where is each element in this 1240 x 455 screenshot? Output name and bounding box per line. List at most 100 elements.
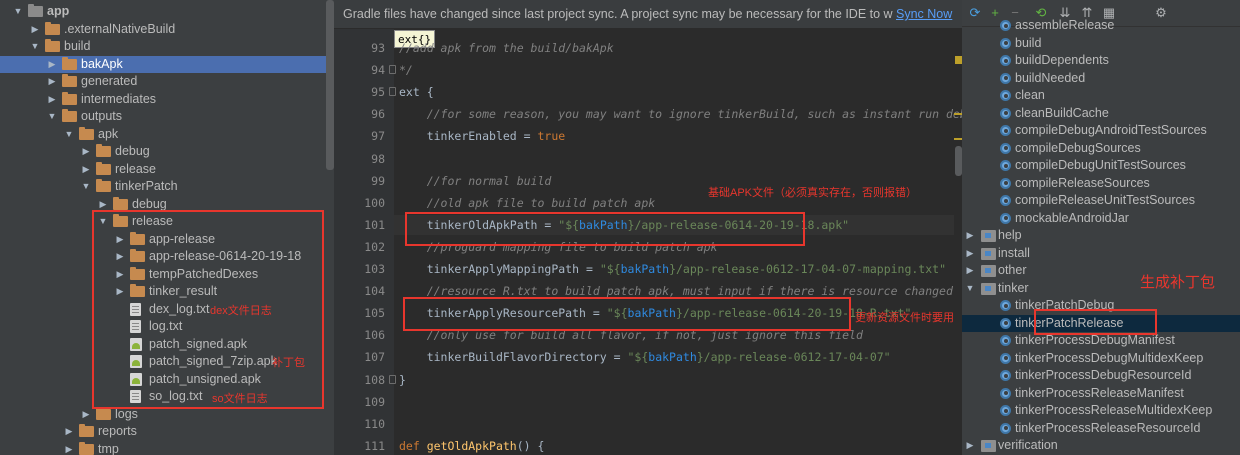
gradle-group-row[interactable]: ▶ install <box>962 245 1240 263</box>
gradle-task-row[interactable]: tinkerProcessReleaseResourceId <box>962 420 1240 438</box>
gradle-task-label: tinkerProcessReleaseManifest <box>1015 385 1184 400</box>
code-keyword: true <box>537 129 566 144</box>
line-number: 109 <box>364 394 385 409</box>
folder-icon <box>62 109 77 122</box>
gradle-group-label: tinker <box>998 280 1029 295</box>
gradle-task-row[interactable]: assembleRelease <box>962 17 1240 35</box>
tree-item-label: generated <box>81 74 138 88</box>
fold-marker-icon[interactable] <box>389 374 396 384</box>
chevron-right-icon[interactable]: ▶ <box>964 262 976 280</box>
gradle-task-row[interactable]: tinkerProcessDebugMultidexKeep <box>962 350 1240 368</box>
line-number: 100 <box>364 195 385 210</box>
gradle-task-gear-icon <box>1000 300 1011 311</box>
gradle-task-gear-icon <box>1000 370 1011 381</box>
chevron-down-icon[interactable]: ▼ <box>964 280 976 298</box>
line-number: 98 <box>371 151 385 166</box>
chevron-right-icon[interactable]: ▶ <box>46 91 58 109</box>
chevron-down-icon[interactable]: ▼ <box>29 38 41 56</box>
tree-row[interactable]: ▶ reports <box>0 423 334 441</box>
warning-marker[interactable] <box>955 56 962 64</box>
tree-row[interactable]: ▼ tinkerPatch <box>0 178 334 196</box>
chevron-down-icon[interactable]: ▼ <box>46 108 58 126</box>
fold-marker-icon[interactable] <box>389 65 396 75</box>
gradle-task-row[interactable]: build <box>962 35 1240 53</box>
release-highlight-box <box>92 210 324 409</box>
tree-row[interactable]: ▶ generated <box>0 73 334 91</box>
line-number: 103 <box>364 262 385 276</box>
sync-now-link[interactable]: Sync Now <box>896 7 952 21</box>
tree-item-label: debug <box>115 144 150 158</box>
code-line: tinkerBuildFlavorDirectory = "${bakPath}… <box>399 350 891 364</box>
generate-patch-annotation: 生成补丁包 <box>1140 274 1216 291</box>
gradle-task-row[interactable]: buildNeeded <box>962 70 1240 88</box>
gradle-group-row[interactable]: ▶ help <box>962 227 1240 245</box>
code-string: }/app-release-0612-17-04-07-mapping.txt" <box>669 262 947 276</box>
chevron-right-icon[interactable]: ▶ <box>964 227 976 245</box>
chevron-right-icon[interactable]: ▶ <box>964 437 976 455</box>
gradle-task-label: compileDebugUnitTestSources <box>1015 158 1186 172</box>
gradle-task-gear-icon <box>1000 37 1011 49</box>
gradle-task-gear-icon <box>1000 107 1011 119</box>
gradle-group-label: help <box>998 228 1022 242</box>
chevron-right-icon[interactable]: ▶ <box>46 73 58 91</box>
chevron-right-icon[interactable]: ▶ <box>80 143 92 161</box>
tree-row[interactable]: ▶ tmp <box>0 441 334 455</box>
chevron-right-icon[interactable]: ▶ <box>29 21 41 39</box>
gradle-task-row[interactable]: compileDebugSources <box>962 140 1240 158</box>
tree-row[interactable]: ▶ .externalNativeBuild <box>0 21 334 39</box>
line-number: 97 <box>371 129 385 144</box>
tree-item-label: release <box>115 161 156 176</box>
chevron-right-icon[interactable]: ▶ <box>63 423 75 441</box>
gradle-task-row[interactable]: mockableAndroidJar <box>962 210 1240 228</box>
tree-row[interactable]: ▼ apk <box>0 126 334 144</box>
gradle-task-row[interactable]: compileDebugAndroidTestSources <box>962 122 1240 140</box>
gradle-task-gear-icon <box>1000 405 1011 416</box>
gradle-task-label: tinkerProcessReleaseResourceId <box>1015 420 1201 435</box>
fold-marker-icon[interactable] <box>389 87 396 97</box>
gradle-task-row[interactable]: clean <box>962 87 1240 105</box>
gradle-task-row[interactable]: tinkerProcessReleaseMultidexKeep <box>962 402 1240 420</box>
tree-row[interactable]: ▼ build <box>0 38 334 56</box>
tree-item-label: app <box>47 4 70 18</box>
change-marker[interactable] <box>954 113 962 115</box>
tree-row[interactable]: ▼ outputs <box>0 108 334 126</box>
gradle-task-row[interactable]: tinkerProcessReleaseManifest <box>962 385 1240 403</box>
folder-icon <box>62 74 77 87</box>
tree-scrollbar[interactable] <box>326 0 334 170</box>
folder-icon <box>45 39 60 52</box>
gradle-task-row[interactable]: compileDebugUnitTestSources <box>962 157 1240 175</box>
gradle-task-gear-icon <box>1000 20 1011 31</box>
tree-row[interactable]: ▶ release <box>0 161 334 179</box>
gradle-task-row[interactable]: compileReleaseSources <box>962 175 1240 193</box>
chevron-right-icon[interactable]: ▶ <box>80 406 92 424</box>
gradle-task-label: compileReleaseSources <box>1015 175 1150 190</box>
chevron-right-icon[interactable]: ▶ <box>46 56 58 74</box>
gradle-task-label: clean <box>1015 88 1045 102</box>
folder-icon <box>113 196 128 210</box>
gradle-task-row[interactable]: compileReleaseUnitTestSources <box>962 192 1240 210</box>
gradle-task-gear-icon <box>1000 422 1011 434</box>
gradle-group-row[interactable]: ▶ verification <box>962 437 1240 455</box>
tree-row[interactable]: ▶ bakApk <box>0 55 334 74</box>
tree-row[interactable]: ▶ intermediates <box>0 91 334 109</box>
tree-row[interactable]: ▼ app <box>0 3 334 21</box>
chevron-right-icon[interactable]: ▶ <box>63 441 75 455</box>
chevron-right-icon[interactable]: ▶ <box>80 161 92 179</box>
chevron-down-icon[interactable]: ▼ <box>80 178 92 196</box>
chevron-down-icon[interactable]: ▼ <box>12 3 24 21</box>
line-number: 95 <box>371 85 385 100</box>
tree-item-label: build <box>64 39 91 53</box>
gradle-task-row[interactable]: tinkerProcessDebugResourceId <box>962 367 1240 385</box>
line-number: 105 <box>364 306 385 321</box>
change-marker[interactable] <box>954 138 962 140</box>
tree-item-label: bakApk <box>81 56 123 71</box>
editor-scrollbar[interactable] <box>955 146 962 176</box>
tree-row[interactable]: ▶ debug <box>0 143 334 161</box>
gradle-task-row[interactable]: buildDependents <box>962 52 1240 70</box>
gradle-task-row[interactable]: cleanBuildCache <box>962 105 1240 123</box>
code-line: //for some reason, you may want to ignor… <box>426 107 962 122</box>
chevron-right-icon[interactable]: ▶ <box>964 245 976 263</box>
chevron-down-icon[interactable]: ▼ <box>63 126 75 144</box>
gradle-task-label: compileReleaseUnitTestSources <box>1015 193 1195 207</box>
gradle-task-gear-icon <box>1000 352 1011 364</box>
